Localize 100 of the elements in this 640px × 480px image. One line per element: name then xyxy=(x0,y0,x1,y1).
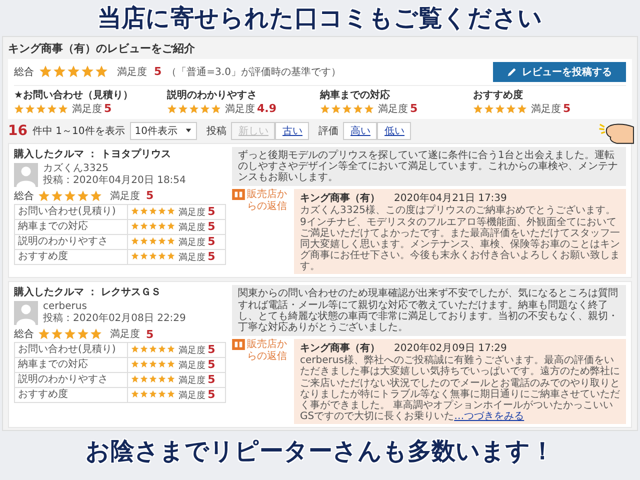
star-icon xyxy=(140,252,148,260)
pencil-icon xyxy=(507,66,517,77)
result-range: 件中 1～10件を表示 xyxy=(32,124,125,138)
star-icon xyxy=(148,236,157,245)
star-icon xyxy=(67,65,80,78)
score-value: 5 xyxy=(146,189,154,202)
star-icon xyxy=(140,206,148,215)
score-label: 満足度 xyxy=(178,208,206,218)
star-icon xyxy=(140,360,148,368)
star-icon xyxy=(353,104,363,114)
reply-author: キング商事（有） xyxy=(300,341,380,354)
star-icon xyxy=(166,345,175,354)
star-icon xyxy=(178,104,188,114)
star-icon xyxy=(39,65,52,78)
reply-icon xyxy=(232,339,245,350)
star-icon xyxy=(130,360,139,368)
score-value: 5 xyxy=(208,220,216,233)
sort-option[interactable]: 古い xyxy=(275,122,310,140)
star-icon xyxy=(51,328,63,340)
score-value: 5 xyxy=(146,328,154,341)
score-label: 満足度 xyxy=(110,190,140,203)
footer-headline: お陰さまでリピーターさんも多数います！ xyxy=(86,436,554,466)
sort-label: 投稿 xyxy=(206,124,226,138)
star-icon xyxy=(38,328,50,340)
reply-text: カズくん3325様、この度はプリウスのご納車おめでとうございます。9インチナビ、モデリスタのフルエアロ等機能面、外観面全てにおいてご満足いただけてよかったです。また最高評価をいただけてスタッフ一同大変嬉しく思います。メンテナンス、車検、保険等お車のことはキング商事にお任せ下さい。今後も末永くお付き合いよろしくお願い致します。 xyxy=(300,205,620,272)
post-date: 投稿：2020年02月08日 22:29 xyxy=(43,313,186,326)
headline: 当店に寄せられた口コミもご覧ください xyxy=(98,3,542,34)
star-icon xyxy=(90,190,102,202)
avatar-silhouette xyxy=(14,162,38,187)
purchased-car: 購入したクルマ ： トヨタプリウス xyxy=(14,147,172,161)
score-label: 満足度 xyxy=(178,222,206,233)
rating-label: おすすめ度 xyxy=(14,249,128,264)
star-icon xyxy=(517,104,527,114)
star-icon xyxy=(130,236,139,245)
score-label: 満足度 xyxy=(178,391,206,402)
reply-text: cerberus様、弊社へのご投稿誠に有難うございます。最高の評価をいただきました事は大変嬉しい気持ちでいっぱいです。遠方のため弊社にご来店いただけない状況でしたのでメールとお電話のみでのやり取りとなりましたが特にトラブル等なく無事に期日通りにご納車させていただく事ができました。 車高調やオプションホイールがついたかっこいいGSですので大切に長くお乗りいた…つづきをみる xyxy=(300,355,620,422)
star-icon xyxy=(140,375,148,384)
score-label: 満足度 xyxy=(110,328,140,342)
star-icon xyxy=(473,104,483,114)
overall-label: 総合 xyxy=(14,66,34,79)
score-value: 5 xyxy=(208,358,216,372)
reply-date: 2020年02月09日 17:29 xyxy=(394,342,507,354)
rating-label: 納車までの対応 xyxy=(14,358,128,373)
score-label: 満足度 xyxy=(178,361,206,372)
star-icon xyxy=(64,328,76,340)
star-icon xyxy=(38,190,50,202)
star-icon xyxy=(140,390,148,398)
per-page-select[interactable]: 10件表示 xyxy=(130,122,198,140)
score-label: 満足度 xyxy=(72,102,102,116)
post-review-button[interactable]: レビューを投稿する xyxy=(493,62,626,82)
score-label: 満足度 xyxy=(178,346,206,356)
star-icon xyxy=(148,390,157,398)
overall-label: 総合 xyxy=(14,190,34,203)
star-icon xyxy=(95,65,108,78)
star-icon xyxy=(25,104,35,114)
page-title: キング商事（有）のレビューをご紹介 xyxy=(8,40,196,56)
rating-label: お問い合わせ(見積り) xyxy=(14,342,128,358)
caret-icon xyxy=(185,127,192,134)
star-icon xyxy=(130,375,139,384)
sort-option[interactable]: 低い xyxy=(377,122,412,140)
star-icon xyxy=(130,206,139,215)
score-label: 満足度 xyxy=(178,376,206,386)
score-label: 満足度 xyxy=(531,102,561,116)
score-value: 5 xyxy=(208,388,216,402)
review-comment: 関東からの問い合わせのため現車確認が出来ず不安でしたが、気になるところは質問すれば電話・メール等にて親切な対応で教えていただけます。納車も問題なく終了し、とても綺麗な状態の車両で非常に満足しております。当初の不安もなく、親切・丁寧な対応ありがとうございました。 xyxy=(232,285,626,336)
star-icon xyxy=(130,252,139,260)
rating-label: 説明のわかりやすさ xyxy=(14,372,128,388)
star-icon xyxy=(130,345,139,354)
category-label: 説明のわかりやすさ xyxy=(167,88,258,102)
reply-label: 販売店からの返信 xyxy=(247,189,288,214)
star-icon xyxy=(166,236,175,245)
category-label: 納車までの対応 xyxy=(320,88,391,102)
star-icon xyxy=(64,190,76,202)
category-label: おすすめ度 xyxy=(473,88,524,102)
star-icon xyxy=(158,206,166,215)
rating-label: 納車までの対応 xyxy=(14,219,128,234)
sort-option[interactable]: 高い xyxy=(343,122,378,140)
purchased-car: 購入したクルマ ： レクサスＧＳ xyxy=(14,286,162,300)
star-icon xyxy=(166,375,175,384)
score-label: 満足度 xyxy=(225,102,255,116)
category-label: ★お問い合わせ（見積り） xyxy=(14,88,134,102)
star-icon xyxy=(77,328,89,340)
star-icon xyxy=(166,206,175,215)
star-icon xyxy=(148,206,157,215)
star-icon xyxy=(148,222,157,230)
star-icon xyxy=(158,375,166,384)
read-more-link[interactable]: …つづきをみる xyxy=(454,411,524,422)
rating-label: お問い合わせ(見積り) xyxy=(14,204,128,220)
star-icon xyxy=(166,390,175,398)
score-value: 5 xyxy=(154,65,162,78)
score-label: 満足度 xyxy=(378,102,408,116)
star-icon xyxy=(211,104,221,114)
star-icon xyxy=(331,104,341,114)
star-icon xyxy=(148,252,157,260)
star-icon xyxy=(140,345,148,354)
score-value: 5 xyxy=(563,102,571,116)
star-icon xyxy=(158,360,166,368)
rating-label: 説明のわかりやすさ xyxy=(14,234,128,250)
star-icon xyxy=(14,104,24,114)
star-icon xyxy=(140,236,148,245)
